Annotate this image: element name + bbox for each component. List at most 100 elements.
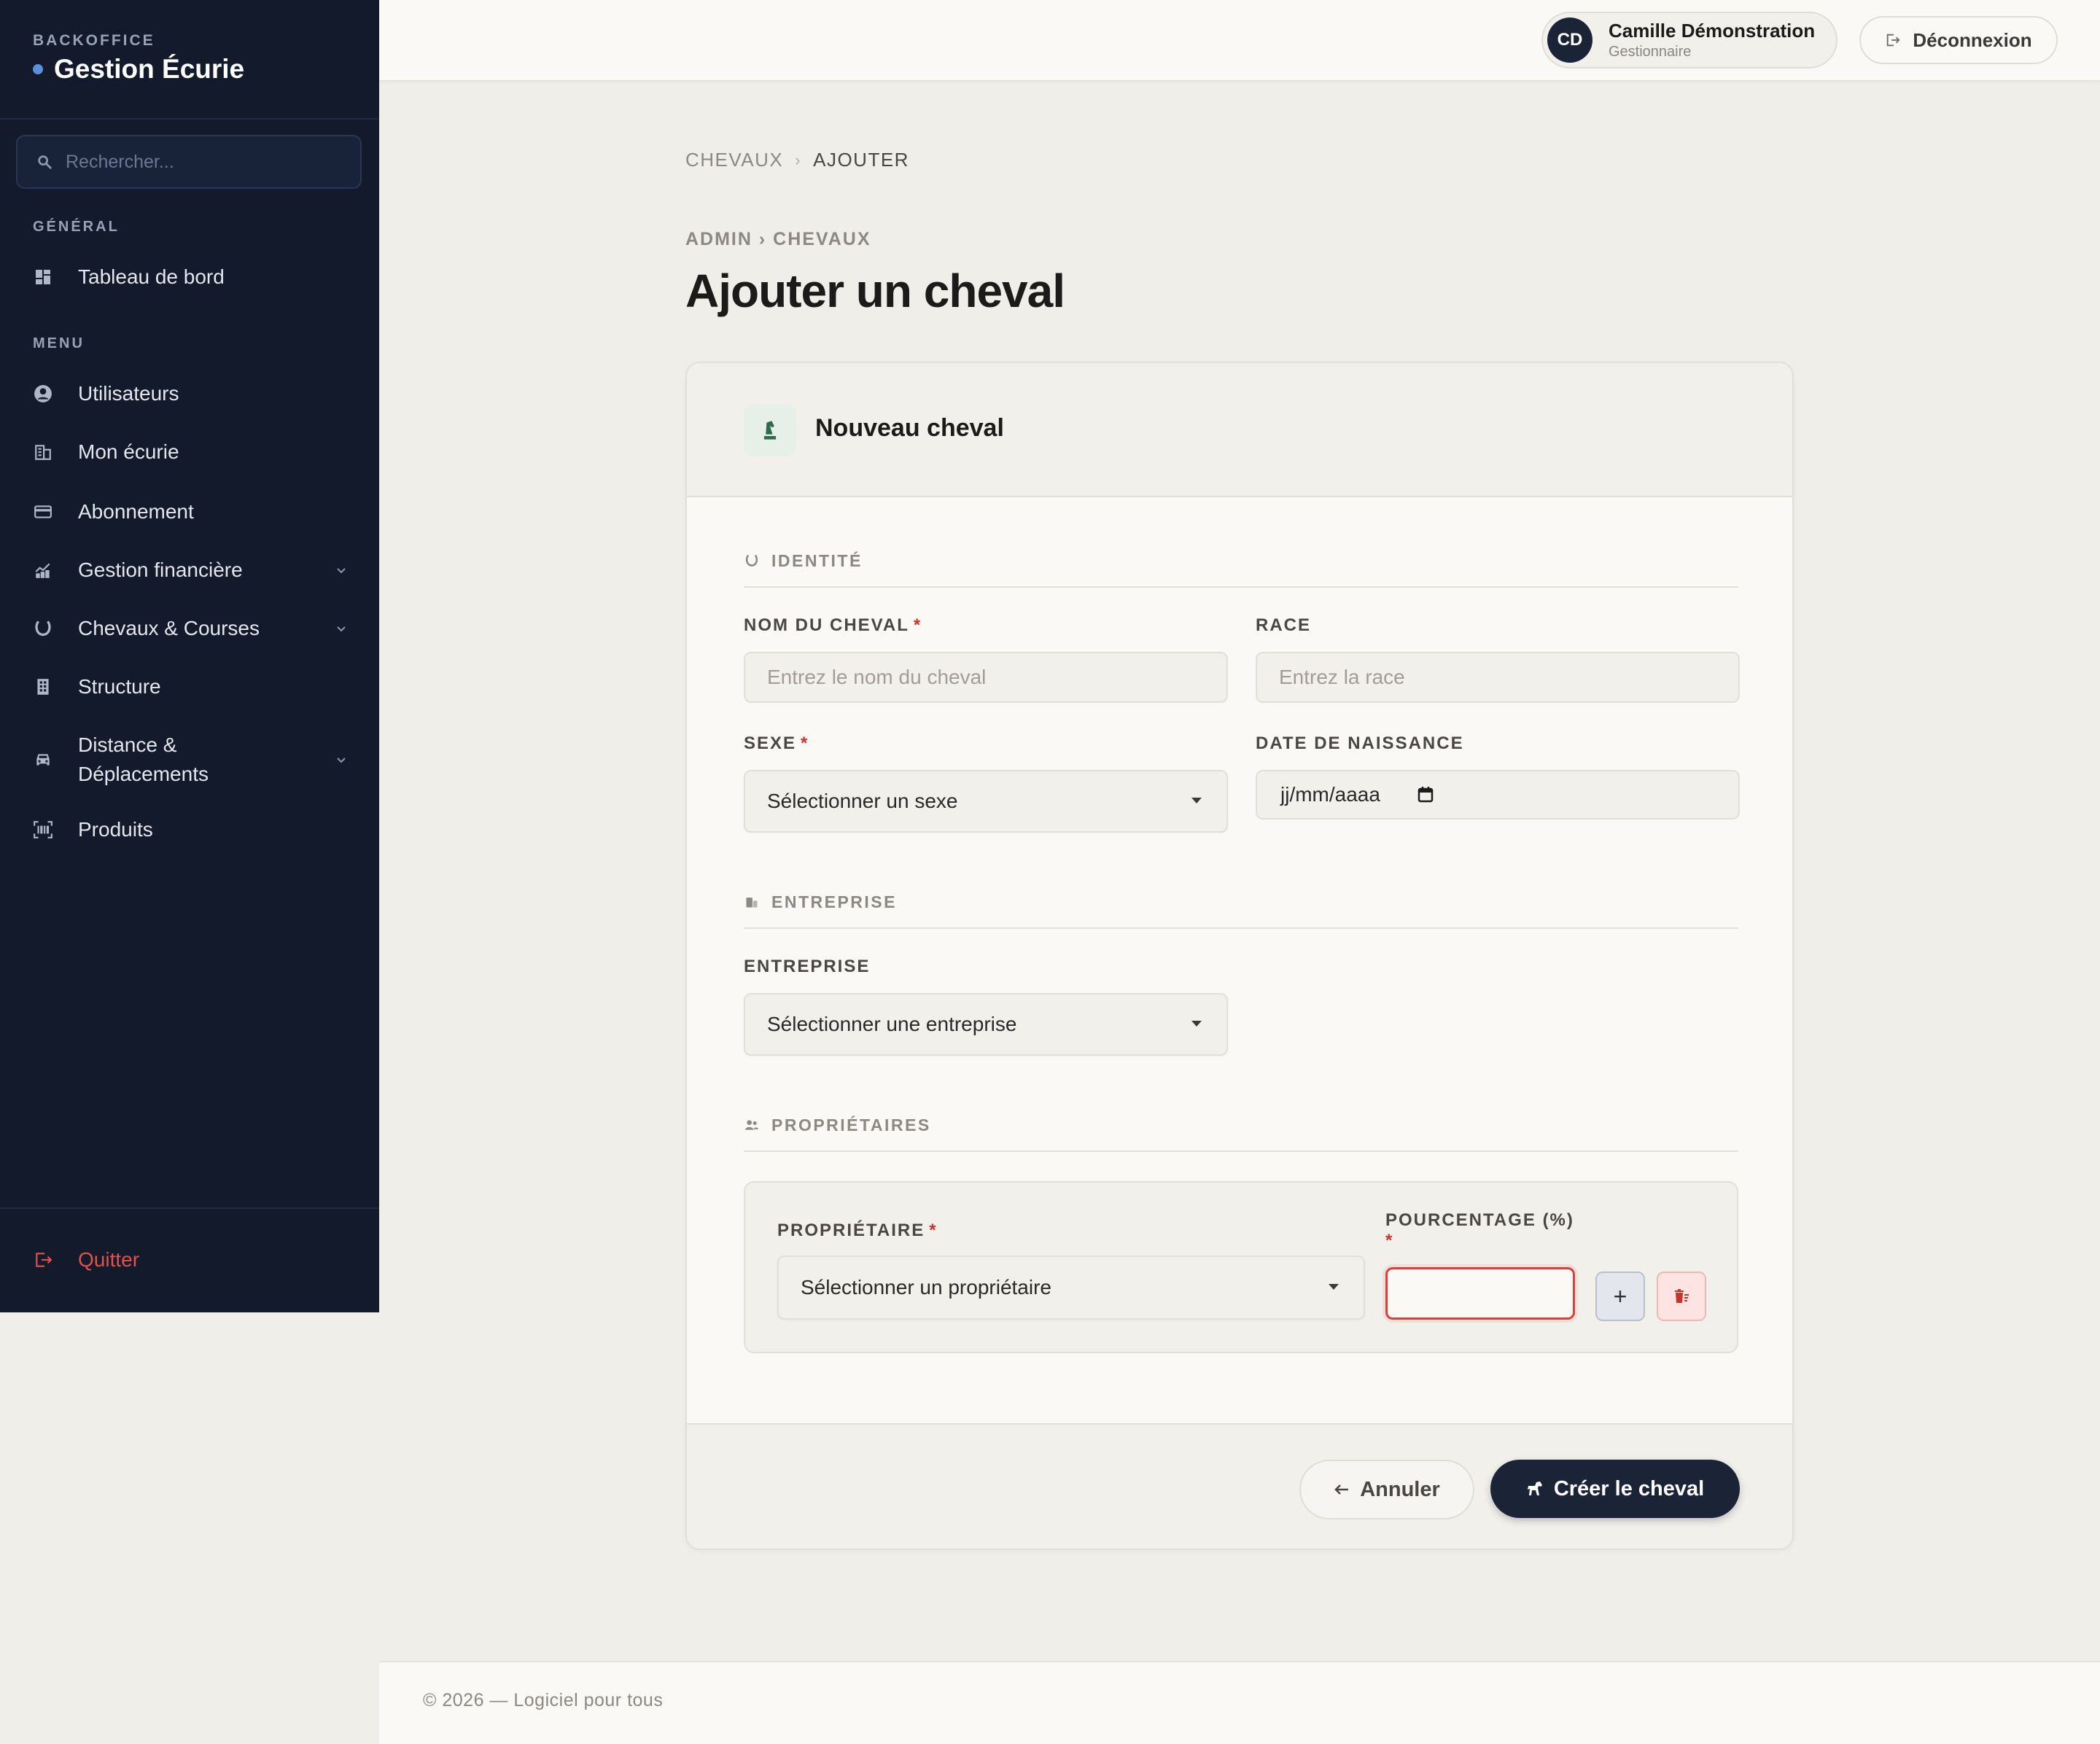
caret-down-icon: [1191, 798, 1202, 803]
create-label: Créer le cheval: [1553, 1476, 1705, 1500]
sidebar-search[interactable]: [16, 135, 362, 189]
section-owners-label: PROPRIÉTAIRES: [771, 1116, 931, 1134]
sidebar-item-label: Chevaux & Courses: [78, 617, 260, 639]
footer-text: © 2026 — Logiciel pour tous: [423, 1690, 664, 1710]
required-mark: *: [801, 733, 809, 753]
create-horse-button[interactable]: Créer le cheval: [1490, 1460, 1740, 1518]
sidebar-item-subscription[interactable]: Abonnement: [33, 500, 346, 523]
user-menu[interactable]: CD Camille Démonstration Gestionnaire: [1541, 12, 1838, 69]
trash-icon: [1673, 1288, 1690, 1304]
sidebar-item-label-line1: Distance &: [78, 733, 177, 756]
users-icon: [744, 1117, 760, 1133]
percentage-input[interactable]: [1388, 1269, 1573, 1317]
section-identity: IDENTITÉ: [744, 551, 1738, 588]
arrow-left-icon: [1334, 1483, 1350, 1496]
percentage-field[interactable]: [1385, 1267, 1575, 1320]
calendar-icon[interactable]: [1417, 786, 1434, 803]
horse-icon: [1526, 1481, 1544, 1497]
breadcrumb: CHEVAUX › AJOUTER: [685, 149, 909, 171]
owner-label: PROPRIÉTAIRE *: [777, 1221, 938, 1241]
search-input[interactable]: [64, 150, 344, 174]
sidebar-item-distance-travel[interactable]: Distance & Déplacements: [33, 731, 346, 789]
car-icon: [33, 750, 53, 770]
card-header: Nouveau cheval: [687, 363, 1792, 497]
horse-name-input[interactable]: [745, 653, 1226, 701]
required-mark: *: [1385, 1231, 1394, 1250]
user-name: Camille Démonstration: [1609, 20, 1816, 42]
sex-select[interactable]: Sélectionner un sexe: [744, 770, 1228, 833]
sidebar-item-dashboard[interactable]: Tableau de bord: [33, 265, 346, 289]
brand-dot-icon: [33, 64, 43, 74]
horseshoe-icon: [33, 618, 53, 639]
building-icon: [744, 894, 760, 910]
sidebar-divider: [0, 118, 379, 120]
race-field[interactable]: [1256, 652, 1740, 703]
user-circle-icon: [33, 384, 53, 404]
sidebar-item-label: Abonnement: [78, 500, 194, 523]
owner-select[interactable]: Sélectionner un propriétaire: [777, 1256, 1365, 1320]
birth-date-value: jj/mm/aaaa: [1280, 783, 1380, 806]
horse-name-field[interactable]: [744, 652, 1228, 703]
sidebar-item-users[interactable]: Utilisateurs: [33, 382, 346, 405]
sidebar-item-label: Distance & Déplacements: [78, 731, 209, 789]
horse-name-label: NOM DU CHEVAL *: [744, 615, 922, 636]
required-mark: *: [929, 1221, 938, 1240]
sidebar-item-label: Gestion financière: [78, 558, 243, 581]
barcode-icon: [33, 820, 53, 840]
quit-label: Quitter: [78, 1248, 140, 1271]
logout-button[interactable]: Déconnexion: [1859, 16, 2058, 64]
credit-card-icon: [33, 502, 53, 522]
add-owner-button[interactable]: +: [1595, 1272, 1645, 1321]
card-title: Nouveau cheval: [815, 414, 1004, 442]
breadcrumb-parent[interactable]: CHEVAUX: [685, 149, 783, 171]
race-input[interactable]: [1257, 653, 1738, 701]
finance-icon: [33, 560, 53, 580]
section-owners: PROPRIÉTAIRES: [744, 1116, 1738, 1152]
user-info: Camille Démonstration Gestionnaire: [1609, 20, 1815, 61]
logout-icon: [33, 1250, 53, 1270]
horse-form-card: Nouveau cheval IDENTITÉ NOM DU CHEVAL* R…: [685, 362, 1794, 1550]
caret-down-icon: [1191, 1021, 1202, 1027]
user-role: Gestionnaire: [1609, 44, 1692, 60]
building-icon: [33, 442, 53, 462]
horse-name-label-text: NOM DU CHEVAL: [744, 615, 909, 635]
search-icon: [36, 154, 52, 170]
race-label: RACE: [1256, 615, 1312, 635]
chevron-down-icon[interactable]: [336, 563, 346, 578]
sidebar-item-finance[interactable]: Gestion financière: [33, 558, 346, 582]
chevron-down-icon[interactable]: [336, 621, 346, 637]
chevron-down-icon[interactable]: [336, 752, 346, 768]
cancel-button[interactable]: Annuler: [1299, 1460, 1474, 1519]
company-label: ENTREPRISE: [744, 957, 871, 976]
brand: BACKOFFICE Gestion Écurie: [33, 32, 244, 85]
sex-select-value: Sélectionner un sexe: [767, 790, 958, 812]
brand-title-text: Gestion Écurie: [54, 54, 245, 84]
sidebar-item-label: Utilisateurs: [78, 382, 179, 405]
owner-select-value: Sélectionner un propriétaire: [801, 1276, 1051, 1299]
company-select[interactable]: Sélectionner une entreprise: [744, 993, 1228, 1056]
sidebar-item-label: Produits: [78, 818, 153, 841]
section-company: ENTREPRISE: [744, 892, 1738, 929]
sidebar-item-label: Structure: [78, 675, 161, 698]
sidebar-item-products[interactable]: Produits: [33, 818, 346, 841]
section-label-menu: MENU: [33, 335, 85, 351]
breadcrumb-current: AJOUTER: [813, 149, 909, 171]
chess-knight-icon: [744, 404, 796, 456]
sidebar-item-my-stable[interactable]: Mon écurie: [33, 440, 346, 464]
birth-date-input[interactable]: jj/mm/aaaa: [1256, 770, 1740, 820]
page-footer: © 2026 — Logiciel pour tous: [379, 1661, 2100, 1744]
brand-title[interactable]: Gestion Écurie: [33, 54, 244, 85]
sex-label-text: SEXE: [744, 733, 797, 753]
breadcrumb-separator-icon: ›: [795, 150, 802, 169]
dashboard-icon: [33, 267, 53, 287]
company-select-value: Sélectionner une entreprise: [767, 1013, 1017, 1035]
sidebar-divider: [0, 1207, 379, 1209]
sidebar-item-horses-races[interactable]: Chevaux & Courses: [33, 617, 346, 640]
quit-button[interactable]: Quitter: [33, 1248, 139, 1272]
sidebar-item-label: Tableau de bord: [78, 265, 225, 288]
logout-label: Déconnexion: [1913, 28, 2032, 51]
sidebar-item-structure[interactable]: Structure: [33, 675, 346, 698]
section-company-label: ENTREPRISE: [771, 892, 897, 911]
page-title: Ajouter un cheval: [685, 265, 1065, 317]
remove-owner-button[interactable]: [1657, 1272, 1706, 1321]
